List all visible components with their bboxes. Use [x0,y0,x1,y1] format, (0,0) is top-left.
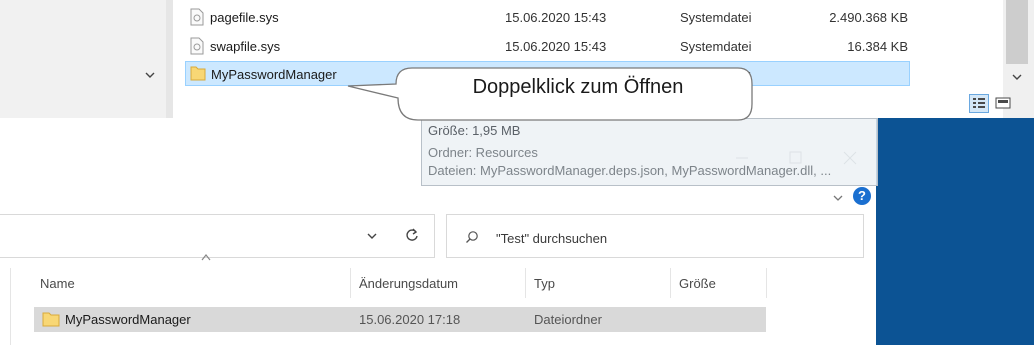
file-size: 2.490.368 KB [829,10,908,25]
large-icons-view-button[interactable] [993,94,1013,113]
column-header-type[interactable]: Typ [534,276,555,291]
file-name: pagefile.sys [210,10,279,25]
background-explorer-window: pagefile.sys 15.06.2020 15:43 Systemdate… [0,0,1034,118]
refresh-icon[interactable] [403,226,421,244]
list-item[interactable]: pagefile.sys 15.06.2020 15:43 Systemdate… [185,6,910,28]
folder-date: 15.06.2020 17:18 [359,312,461,327]
large-icons-view-icon [995,97,1011,109]
help-button[interactable]: ? [853,187,871,205]
folder-name: MyPasswordManager [211,67,337,82]
file-type: Systemdatei [680,10,752,25]
column-header-name[interactable]: Name [40,276,75,291]
column-divider[interactable] [350,268,351,298]
system-file-icon [190,8,204,26]
tooltip-files: Dateien: MyPasswordManager.deps.json, My… [428,163,832,178]
folder-info-tooltip: Größe: 1,95 MB Ordner: Resources Dateien… [421,118,878,186]
file-name: swapfile.sys [210,39,281,54]
folder-icon [190,66,206,81]
system-file-icon [190,37,204,55]
file-date: 15.06.2020 15:43 [505,10,607,25]
folder-icon [42,312,60,327]
chevron-down-icon[interactable] [831,192,845,204]
column-header-size[interactable]: Größe [679,276,716,291]
folder-type-partial: r [746,67,751,82]
chevron-down-icon[interactable] [1010,70,1024,84]
folder-name: MyPasswordManager [65,312,191,327]
list-item[interactable]: swapfile.sys 15.06.2020 15:43 Systemdate… [185,35,910,57]
sort-ascending-icon [201,254,211,261]
file-size: 16.384 KB [847,39,908,54]
column-divider[interactable] [766,268,767,298]
search-icon [466,231,478,243]
column-header-date[interactable]: Änderungsdatum [359,276,458,291]
column-divider[interactable] [670,268,671,298]
search-placeholder: "Test" durchsuchen [496,231,608,246]
navigation-pane-divider [10,268,11,345]
file-date: 15.06.2020 15:43 [505,39,607,54]
folder-type: Dateiordner [534,312,602,327]
navigation-pane [0,0,173,118]
details-view-icon [973,98,985,108]
column-divider[interactable] [525,268,526,298]
navigation-pane-scrollbar[interactable] [166,0,173,118]
file-type: Systemdatei [680,39,752,54]
details-view-button[interactable] [969,94,989,113]
tooltip-size: Größe: 1,95 MB [428,123,521,138]
callout-text: Doppelklick zum Öffnen [472,76,684,98]
chevron-down-icon[interactable] [143,68,157,82]
chevron-down-icon[interactable] [365,230,379,242]
table-row[interactable]: MyPasswordManager 15.06.2020 17:18 Datei… [34,307,766,332]
tooltip-folder: Ordner: Resources [428,145,538,160]
scrollbar-thumb[interactable] [1006,0,1028,64]
